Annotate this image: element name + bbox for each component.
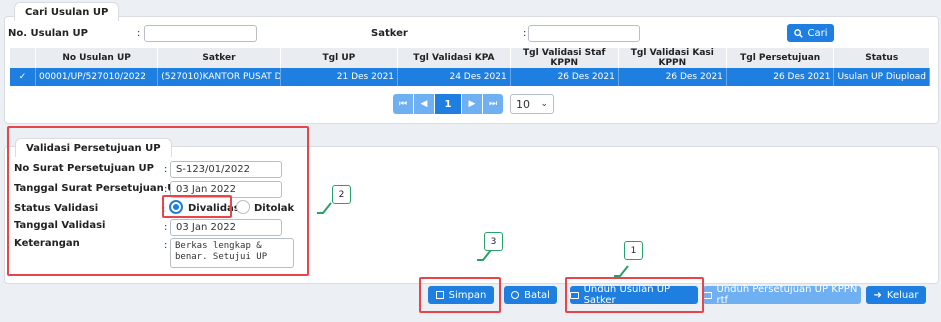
cell-satker: (527010)KANTOR PUSAT DIREK <box>157 68 281 86</box>
column-header[interactable]: No Usulan UP <box>35 48 159 68</box>
page-size-value: 10 <box>516 97 530 111</box>
no-usulan-label: No. Usulan UP <box>8 28 88 39</box>
batal-button[interactable]: Batal <box>504 286 557 304</box>
first-page-button[interactable]: ⏮ <box>393 94 413 114</box>
search-tab: Cari Usulan UP <box>14 2 120 21</box>
cell-tgl-persetujuan: 26 Des 2021 <box>726 68 835 86</box>
divalidasi-highlight-box <box>162 195 232 218</box>
colon: : <box>523 28 527 39</box>
unduh-persetujuan-button[interactable]: Unduh Persetujuan UP KPPN rtf <box>703 284 861 306</box>
satker-input[interactable] <box>528 25 640 42</box>
unduh-highlight-box <box>565 277 704 313</box>
callout-3: 3 <box>484 232 503 251</box>
validasi-highlight-box <box>7 126 309 276</box>
column-header[interactable]: Status <box>833 48 930 68</box>
colon: : <box>137 28 141 39</box>
batal-label: Batal <box>524 289 550 301</box>
row-check-icon[interactable]: ✓ <box>10 68 36 86</box>
sign-out-icon: ➜ <box>873 289 882 301</box>
last-page-button[interactable]: ⏭ <box>483 94 503 114</box>
cell-tgl-validasi-kasi: 26 Des 2021 <box>618 68 727 86</box>
cell-status: Usulan UP Diupload <box>833 68 930 86</box>
callout-1: 1 <box>624 241 643 260</box>
column-header[interactable]: Tgl Validasi Kasi KPPN <box>618 48 727 68</box>
next-page-button[interactable]: ▶ <box>462 94 482 114</box>
table-header-row: No Usulan UP Satker Tgl UP Tgl Validasi … <box>10 48 930 68</box>
cell-tgl-up: 21 Des 2021 <box>280 68 399 86</box>
column-header[interactable]: Tgl Persetujuan <box>726 48 835 68</box>
cell-tgl-validasi-staf: 26 Des 2021 <box>510 68 619 86</box>
page-size-select[interactable]: 10 ⌄ <box>510 94 554 114</box>
keluar-button[interactable]: ➜ Keluar <box>866 286 926 304</box>
table-row[interactable]: ✓ 00001/UP/527010/2022 (527010)KANTOR PU… <box>10 68 930 86</box>
keluar-label: Keluar <box>886 289 919 301</box>
cari-button[interactable]: Cari <box>787 24 834 42</box>
chevron-down-icon: ⌄ <box>540 99 548 109</box>
cell-no-usulan: 00001/UP/527010/2022 <box>35 68 159 86</box>
simpan-highlight-box <box>419 277 501 313</box>
column-header[interactable]: Tgl Validasi KPA <box>397 48 511 68</box>
unduh-persetujuan-label: Unduh Persetujuan UP KPPN rtf <box>716 284 858 306</box>
check-header <box>10 48 36 68</box>
cell-tgl-validasi-kpa: 24 Des 2021 <box>397 68 511 86</box>
current-page-button[interactable]: 1 <box>435 94 461 114</box>
usulan-table: No Usulan UP Satker Tgl UP Tgl Validasi … <box>10 48 930 86</box>
ban-icon <box>511 291 520 299</box>
column-header[interactable]: Tgl Validasi Staf KPPN <box>510 48 619 68</box>
no-usulan-input[interactable] <box>144 25 257 42</box>
prev-page-button[interactable]: ◀ <box>414 94 434 114</box>
column-header[interactable]: Tgl UP <box>280 48 399 68</box>
print-icon <box>703 291 712 299</box>
search-icon <box>793 28 803 38</box>
callout-2: 2 <box>332 185 351 204</box>
column-header[interactable]: Satker <box>157 48 281 68</box>
satker-label: Satker <box>371 28 408 39</box>
cari-label: Cari <box>807 27 828 39</box>
